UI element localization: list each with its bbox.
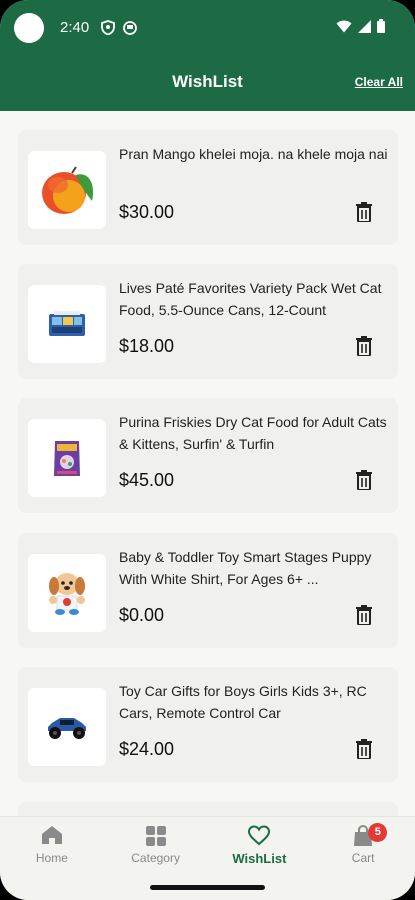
trash-icon[interactable] — [356, 336, 372, 356]
wishlist-list: Pran Mango khelei moja. na khele moja na… — [0, 111, 415, 816]
mango-image — [42, 166, 94, 214]
nav-home[interactable]: Home — [0, 817, 104, 876]
wishlist-item[interactable]: Toy Car Gifts for Boys Girls Kids 3+, RC… — [18, 667, 398, 782]
nav-cart[interactable]: 5 Cart — [311, 817, 415, 876]
product-image — [28, 285, 106, 363]
system-gesture-area — [0, 876, 415, 900]
product-image — [28, 151, 106, 229]
trash-icon[interactable] — [356, 202, 372, 222]
item-price: $18.00 — [119, 336, 175, 356]
home-icon — [41, 826, 62, 844]
item-price: $24.00 — [119, 739, 175, 759]
cat-food-pack-image — [49, 311, 85, 336]
home-gesture-bar[interactable] — [150, 885, 265, 890]
category-grid-icon — [145, 826, 166, 846]
item-title: Pran Mango khelei moja. na khele moja na… — [119, 146, 388, 162]
item-price: $30.00 — [119, 202, 175, 222]
trash-icon[interactable] — [356, 470, 372, 490]
trash-icon[interactable] — [356, 739, 372, 759]
signal-icon — [358, 19, 371, 33]
app-screen: 2:40 WishList Clear All Pran Mango khele… — [0, 0, 415, 900]
battery-icon — [377, 19, 385, 33]
wishlist-item[interactable]: Lives Paté Favorites Variety Pack Wet Ca… — [18, 264, 398, 379]
camera-cutout — [14, 13, 44, 43]
trash-icon[interactable] — [356, 605, 372, 625]
nav-category-label: Category — [131, 851, 180, 865]
wishlist-item[interactable]: Purina Friskies Dry Cat Food for Adult C… — [18, 398, 398, 513]
wifi-icon — [336, 20, 352, 32]
item-title: Lives Paté Favorites Variety Pack Wet Ca… — [119, 280, 382, 318]
product-image — [28, 554, 106, 632]
item-title: Baby & Toddler Toy Smart Stages Puppy Wi… — [119, 549, 372, 587]
puppy-toy-image — [49, 573, 85, 615]
rc-car-image — [48, 718, 86, 739]
nav-category[interactable]: Category — [104, 817, 208, 876]
wishlist-item-partial[interactable] — [18, 802, 398, 816]
item-title: Toy Car Gifts for Boys Girls Kids 3+, RC… — [119, 683, 367, 721]
wishlist-item[interactable]: Baby & Toddler Toy Smart Stages Puppy Wi… — [18, 533, 398, 648]
wishlist-item[interactable]: Pran Mango khelei moja. na khele moja na… — [18, 130, 398, 245]
clear-all-button[interactable]: Clear All — [355, 75, 403, 89]
item-title: Purina Friskies Dry Cat Food for Adult C… — [119, 414, 387, 452]
page-title: WishList — [172, 72, 243, 91]
status-time: 2:40 — [60, 19, 90, 36]
nav-wishlist[interactable]: WishList — [208, 817, 312, 876]
nav-wishlist-label: WishList — [232, 851, 287, 866]
heart-icon — [248, 825, 271, 846]
cart-count-badge: 5 — [368, 823, 388, 842]
item-price: $0.00 — [119, 605, 165, 625]
bottom-navigation: Home Category WishList 5 Cart — [0, 816, 415, 876]
notification-icon — [123, 21, 137, 35]
shield-icon — [101, 20, 115, 35]
item-price: $45.00 — [119, 470, 175, 490]
cat-food-bag-image — [54, 441, 80, 476]
product-image — [28, 688, 106, 766]
nav-home-label: Home — [35, 851, 68, 865]
status-indicators — [336, 19, 385, 33]
product-image — [28, 419, 106, 497]
status-bar: 2:40 — [0, 0, 415, 56]
nav-cart-label: Cart — [351, 851, 375, 865]
app-header: 2:40 WishList Clear All — [0, 0, 415, 111]
